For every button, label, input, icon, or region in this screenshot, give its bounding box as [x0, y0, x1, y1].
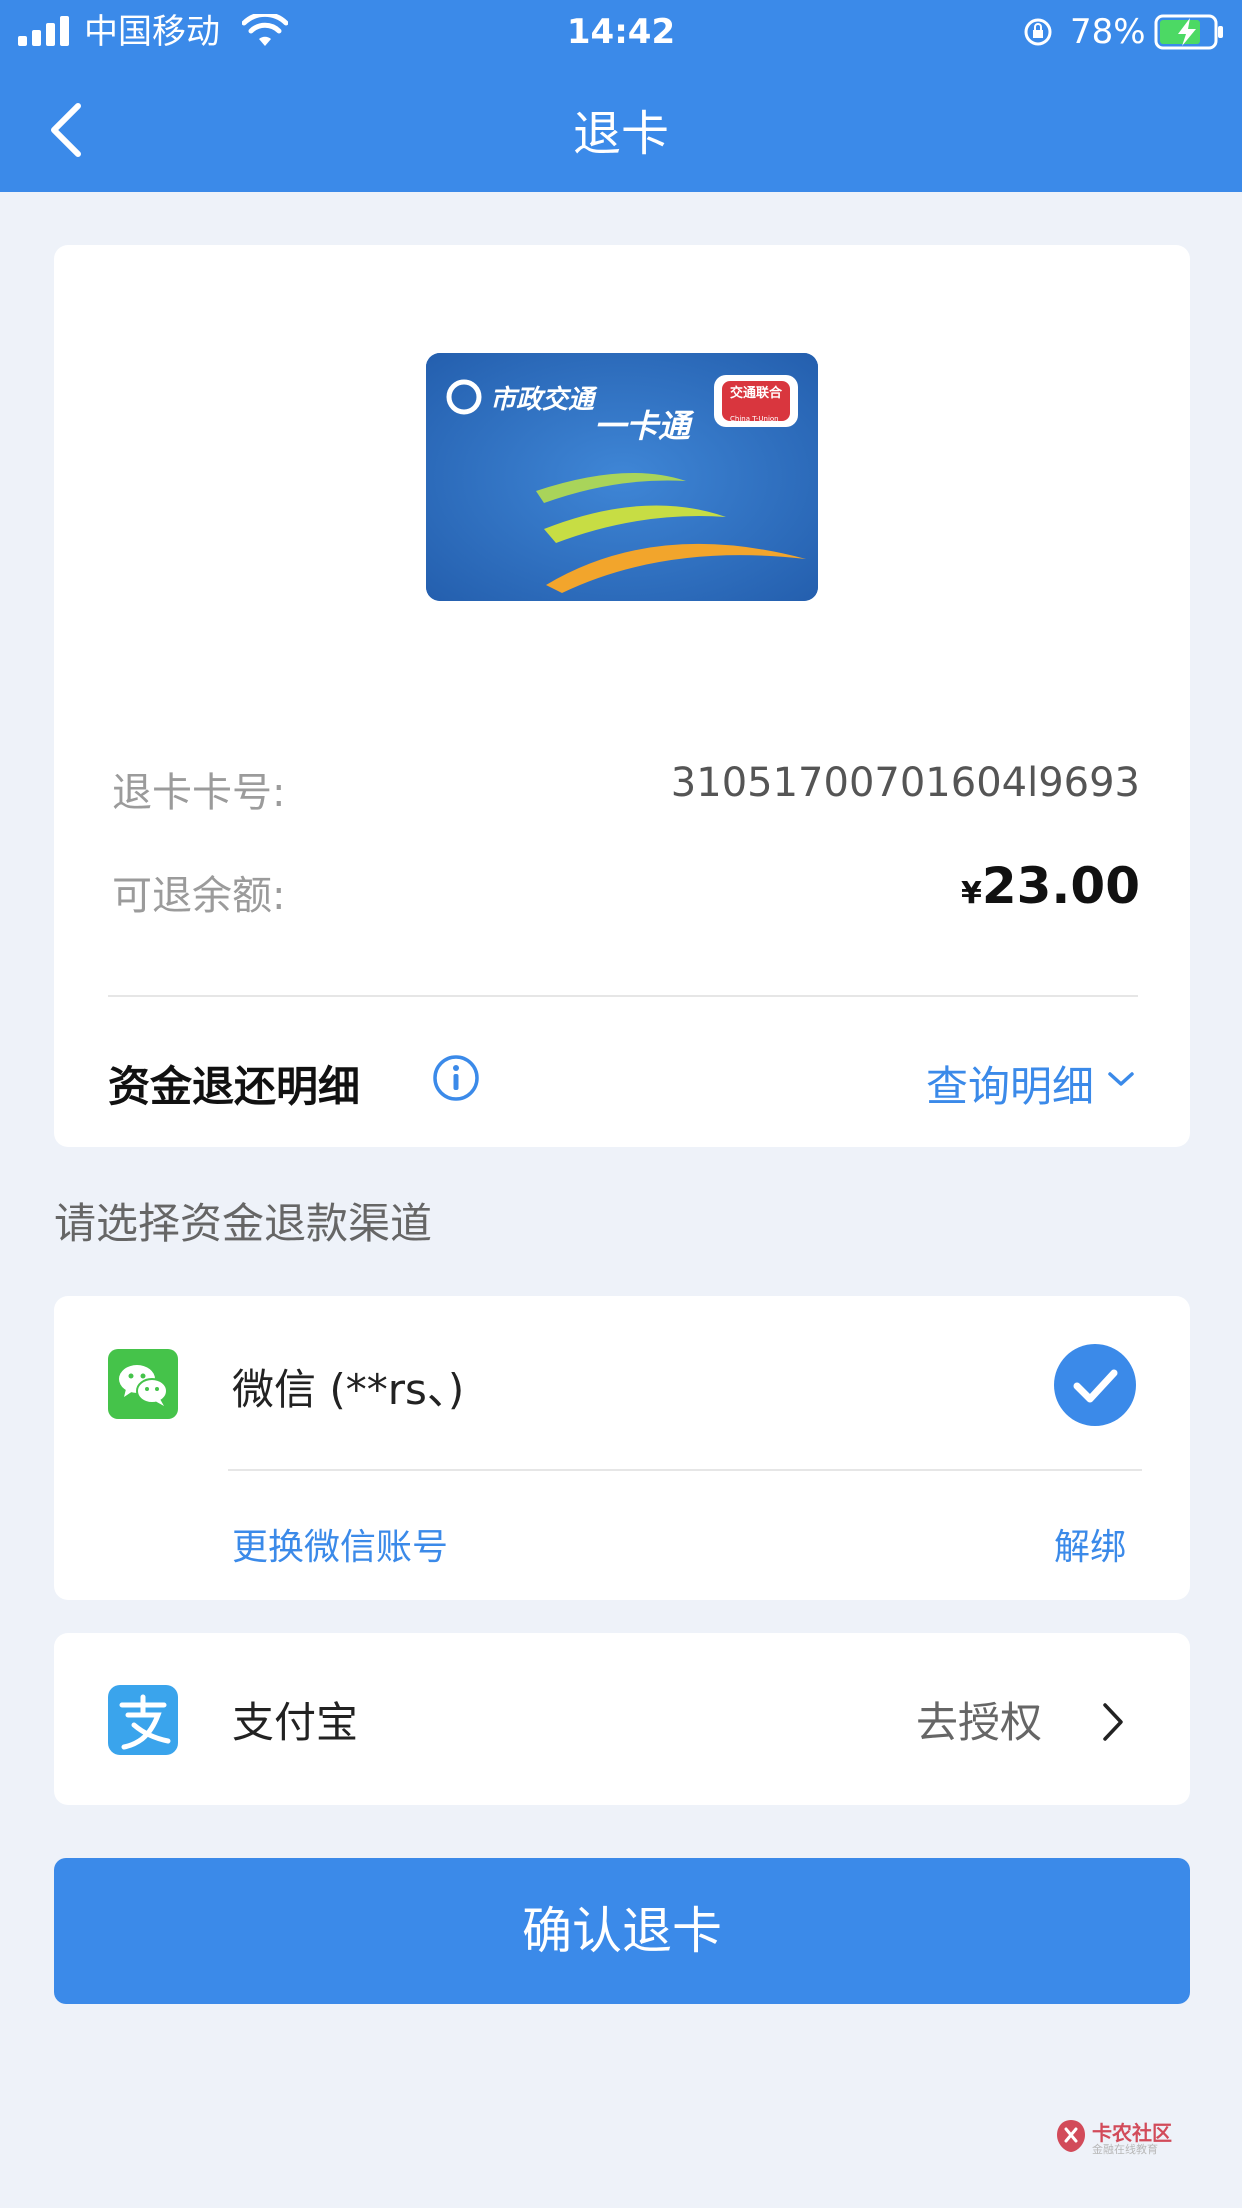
card-info-panel: 市政交通 一卡通 交通联合 China T-Union 退卡卡号: 310517… [54, 245, 1190, 1147]
balance-label: 可退余额: [112, 873, 286, 919]
balance-value: 23.00 [981, 857, 1140, 915]
chevron-down-icon[interactable] [1106, 1067, 1136, 1091]
status-bar: 中国移动 14:42 78% [0, 0, 1242, 64]
authorize-link[interactable]: 去授权 [916, 1689, 1042, 1750]
transit-card-image: 市政交通 一卡通 交通联合 China T-Union [426, 353, 818, 601]
card-brand-text: 一卡通 [594, 407, 691, 445]
refund-detail-title: 资金退还明细 [108, 1062, 361, 1111]
alipay-channel-option[interactable]: 支付宝 去授权 [54, 1633, 1190, 1805]
refund-channel-label: 请选择资金退款渠道 [54, 1199, 433, 1248]
query-detail-link[interactable]: 查询明细 [926, 1053, 1094, 1114]
clock: 14:42 [566, 12, 676, 52]
wechat-name: 微信 (**rs、) [232, 1365, 465, 1414]
watermark-subtext: 金融在线教育 [1092, 2143, 1158, 2156]
unbind-link[interactable]: 解绑 [1054, 1518, 1126, 1570]
balance-amount: ¥23.00 [961, 857, 1140, 915]
battery-icon [1154, 14, 1223, 50]
alipay-icon [108, 1685, 178, 1755]
selected-check-icon[interactable] [1054, 1344, 1136, 1426]
change-wechat-account-link[interactable]: 更换微信账号 [232, 1518, 448, 1570]
divider [228, 1469, 1142, 1471]
divider [108, 995, 1138, 997]
card-number-label: 退卡卡号: [112, 770, 286, 816]
wechat-channel-option[interactable]: 微信 (**rs、) 更换微信账号 解绑 [54, 1296, 1190, 1600]
page-title: 退卡 [572, 106, 669, 162]
card-number-value: 31051700701604l9693 [670, 760, 1140, 806]
chevron-right-icon[interactable] [1100, 1701, 1126, 1743]
battery-percent: 78% [1070, 12, 1146, 52]
card-badge-subtext: China T-Union [730, 415, 779, 423]
currency-symbol: ¥ [960, 876, 982, 911]
card-logo-text: 市政交通 [490, 385, 595, 415]
rotation-lock-icon [1024, 18, 1052, 46]
confirm-return-card-button[interactable]: 确认退卡 [54, 1858, 1190, 2004]
card-badge-text: 交通联合 [730, 386, 783, 401]
wechat-icon [108, 1349, 178, 1419]
alipay-name: 支付宝 [232, 1698, 359, 1747]
watermark-icon [1057, 2120, 1085, 2152]
info-icon[interactable] [432, 1054, 480, 1102]
nav-bar: 退卡 [0, 64, 1242, 192]
watermark-logo: 卡农社区 金融在线教育 [1054, 2117, 1184, 2157]
